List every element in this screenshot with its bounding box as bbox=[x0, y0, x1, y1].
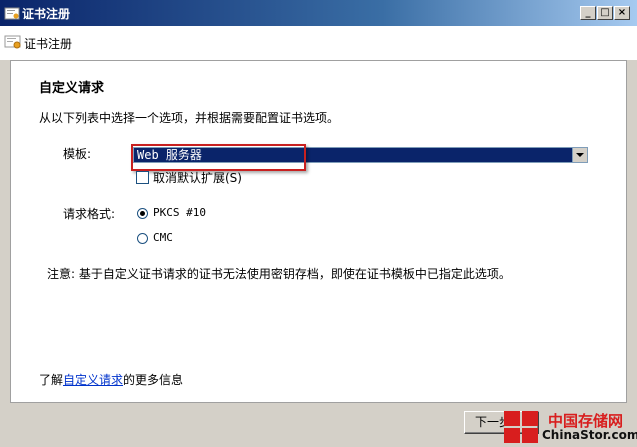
chevron-down-icon[interactable] bbox=[572, 148, 587, 162]
section-title: 自定义请求 bbox=[39, 81, 105, 96]
wizard-header: 证书注册 bbox=[0, 26, 637, 60]
window-title: 证书注册 bbox=[22, 7, 71, 21]
learn-more-prefix: 了解 bbox=[39, 373, 64, 387]
highlight-annotation bbox=[131, 144, 306, 171]
learn-more-suffix: 的更多信息 bbox=[123, 373, 184, 387]
section-description: 从以下列表中选择一个选项，并根据需要配置证书选项。 bbox=[39, 111, 340, 125]
cmc-label[interactable]: CMC bbox=[153, 231, 173, 244]
certificate-icon bbox=[4, 7, 20, 20]
title-bar: 证书注册 _ □ × bbox=[0, 0, 637, 26]
pkcs10-label[interactable]: PKCS #10 bbox=[153, 206, 206, 219]
watermark: 中国存储网 ChinaStor.com bbox=[504, 409, 637, 447]
watermark-english: ChinaStor.com bbox=[542, 428, 637, 442]
chinastor-logo-icon bbox=[504, 411, 538, 443]
suppress-extensions-checkbox[interactable] bbox=[136, 171, 149, 184]
main-panel: 自定义请求 从以下列表中选择一个选项，并根据需要配置证书选项。 模板: Web … bbox=[10, 60, 627, 403]
minimize-button[interactable]: _ bbox=[580, 6, 596, 20]
template-label: 模板: bbox=[63, 147, 92, 161]
suppress-extensions-label[interactable]: 取消默认扩展(S) bbox=[153, 169, 242, 186]
certificate-icon bbox=[4, 35, 21, 49]
pkcs10-radio[interactable] bbox=[137, 208, 148, 219]
note-text: 注意: 基于自定义证书请求的证书无法使用密钥存档，即使在证书模板中已指定此选项。 bbox=[47, 267, 511, 281]
custom-request-link[interactable]: 自定义请求 bbox=[63, 373, 123, 387]
close-button[interactable]: × bbox=[614, 6, 630, 20]
maximize-button[interactable]: □ bbox=[597, 6, 613, 20]
header-title: 证书注册 bbox=[24, 37, 73, 51]
request-format-label: 请求格式: bbox=[63, 207, 116, 221]
cmc-radio[interactable] bbox=[137, 233, 148, 244]
learn-more: 了解自定义请求的更多信息 bbox=[39, 371, 183, 388]
